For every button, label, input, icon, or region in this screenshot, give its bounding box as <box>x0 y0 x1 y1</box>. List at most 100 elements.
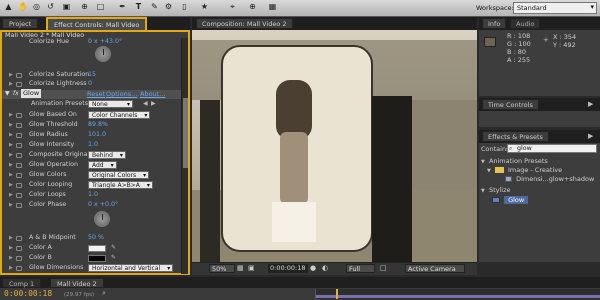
view-axis-icon[interactable]: ▦ <box>268 2 277 11</box>
brush-tool-icon[interactable]: ✎ <box>150 2 159 11</box>
zoom-select[interactable]: 50% <box>209 264 236 273</box>
text-tool-icon[interactable]: T <box>134 2 143 11</box>
tab-composition[interactable]: Composition: Mall Video 2 <box>196 18 293 29</box>
pen-tool-icon[interactable]: ✒ <box>118 2 127 11</box>
property-value[interactable]: 15 <box>88 71 96 79</box>
expand-triangle-icon[interactable]: ▶ <box>9 151 13 159</box>
property-dropdown[interactable]: Horizontal and Vertical <box>88 264 174 273</box>
about-link[interactable]: About... <box>140 90 165 98</box>
effect-controls-scrollbar[interactable] <box>181 38 188 274</box>
tab-time-controls[interactable]: Time Controls <box>482 99 539 110</box>
options-link[interactable]: Options... <box>106 90 137 98</box>
eyedropper-icon[interactable]: ✎ <box>111 254 116 262</box>
property-dropdown[interactable]: Add <box>88 161 117 170</box>
clone-tool-icon[interactable]: ⚙ <box>164 2 173 11</box>
property-value[interactable]: 1.0 <box>88 191 98 199</box>
hue-dial[interactable] <box>95 46 111 62</box>
property-value[interactable]: 101.0 <box>88 131 106 139</box>
tab-project[interactable]: Project <box>2 18 39 29</box>
expand-triangle-icon[interactable]: ▶ <box>9 71 13 79</box>
expand-triangle-icon[interactable]: ▼ <box>481 159 485 165</box>
composition-viewer[interactable] <box>192 30 477 262</box>
tab-comp-1[interactable]: Comp 1 <box>2 278 42 288</box>
search-icon[interactable]: ⌕ <box>102 289 106 298</box>
camera-view-select[interactable]: Active Camera <box>405 264 465 273</box>
color-swatch[interactable] <box>88 255 106 262</box>
tree-item-stylize[interactable]: ▼ Stylize <box>481 186 510 194</box>
stopwatch-icon[interactable] <box>16 183 22 188</box>
zoom-tool-icon[interactable]: ◎ <box>32 2 41 11</box>
tab-effect-controls[interactable]: Effect Controls: Mall Video <box>46 17 148 30</box>
grid-icon[interactable]: ▦ <box>237 264 244 272</box>
tab-audio[interactable]: Audio <box>510 18 541 29</box>
property-value[interactable]: 0 x +43.0° <box>88 38 122 46</box>
property-value[interactable]: 1.0 <box>88 141 98 149</box>
stopwatch-icon[interactable] <box>16 113 22 118</box>
expand-triangle-icon[interactable]: ▼ <box>5 90 10 97</box>
stopwatch-icon[interactable] <box>16 82 22 87</box>
fx-toggle[interactable]: fx <box>13 90 19 97</box>
expand-triangle-icon[interactable]: ▶ <box>9 234 13 242</box>
tab-info[interactable]: Info <box>482 18 507 29</box>
work-area-bar[interactable] <box>316 295 600 298</box>
region-of-interest-icon[interactable]: □ <box>380 264 387 272</box>
reset-link[interactable]: Reset <box>87 90 105 98</box>
timeline-ruler[interactable] <box>315 289 600 299</box>
stopwatch-icon[interactable] <box>16 133 22 138</box>
puppet-tool-icon[interactable]: ★ <box>200 2 209 11</box>
expand-triangle-icon[interactable]: ▶ <box>9 181 13 189</box>
color-swatch[interactable] <box>88 245 106 252</box>
comp-timecode[interactable]: 0:00:00:18 <box>268 264 308 273</box>
property-value[interactable]: 89.8% <box>88 121 108 129</box>
camera-snapshot-icon[interactable]: ▣ <box>248 264 255 272</box>
color-phase-dial[interactable] <box>94 211 110 227</box>
expand-triangle-icon[interactable]: ▶ <box>9 264 13 272</box>
property-dropdown[interactable]: Behind <box>88 151 126 160</box>
camera-tool-icon[interactable]: ▣ <box>62 2 71 11</box>
expand-triangle-icon[interactable]: ▶ <box>9 254 13 262</box>
tree-item-glow[interactable]: Glow <box>492 196 529 204</box>
property-dropdown[interactable]: Color Channels <box>88 111 151 120</box>
property-value[interactable]: 0 <box>88 80 92 88</box>
stopwatch-icon[interactable] <box>16 256 22 261</box>
resolution-select[interactable]: Full <box>346 264 376 273</box>
tree-item-animation-presets[interactable]: ▼ Animation Presets <box>481 157 548 165</box>
tree-item-image-creative[interactable]: ▼ Image - Creative <box>487 166 562 174</box>
stopwatch-icon[interactable] <box>16 266 22 271</box>
scrollbar-thumb[interactable] <box>183 98 188 168</box>
eyedropper-icon[interactable]: ✎ <box>111 244 116 252</box>
expand-triangle-icon[interactable]: ▶ <box>9 171 13 179</box>
property-dropdown[interactable]: Original Colors <box>88 171 150 180</box>
property-value[interactable]: 50 % <box>88 234 104 242</box>
stopwatch-icon[interactable] <box>16 246 22 251</box>
expand-triangle-icon[interactable]: ▶ <box>9 161 13 169</box>
prev-preset-icon[interactable]: ◀ <box>143 100 148 108</box>
stopwatch-icon[interactable] <box>16 153 22 158</box>
expand-triangle-icon[interactable]: ▶ <box>9 131 13 139</box>
workspace-select[interactable]: Standard ▾ <box>513 2 597 14</box>
pan-behind-tool-icon[interactable]: ⊕ <box>80 2 89 11</box>
tab-effects-presets[interactable]: Effects & Presets <box>482 131 549 142</box>
animation-presets-select[interactable]: None <box>88 100 133 109</box>
expand-triangle-icon[interactable]: ▶ <box>9 111 13 119</box>
tree-item-dimension-glow-shadow[interactable]: Dimensi...glow+shadow <box>505 175 594 183</box>
next-preset-icon[interactable]: ▶ <box>151 100 156 108</box>
mask-tool-icon[interactable]: □ <box>96 2 105 11</box>
expand-triangle-icon[interactable]: ▼ <box>481 188 485 194</box>
stopwatch-icon[interactable] <box>16 173 22 178</box>
snapshot-icon[interactable]: ● <box>310 264 316 272</box>
eraser-tool-icon[interactable]: ▯ <box>180 2 189 11</box>
tab-mall-video-2[interactable]: Mall Video 2 <box>50 278 104 288</box>
hand-tool-icon[interactable]: ✋ <box>18 2 28 11</box>
expand-triangle-icon[interactable]: ▼ <box>487 168 491 174</box>
expand-triangle-icon[interactable]: ▶ <box>9 244 13 252</box>
stopwatch-icon[interactable] <box>16 193 22 198</box>
stopwatch-icon[interactable] <box>16 73 22 78</box>
rotate-tool-icon[interactable]: ↺ <box>46 2 55 11</box>
timeline-timecode[interactable]: 0:00:00:18 <box>4 289 52 298</box>
stopwatch-icon[interactable] <box>16 123 22 128</box>
selection-tool-icon[interactable]: ▲ <box>4 2 13 11</box>
panel-menu-icon[interactable]: ▶ <box>588 132 593 140</box>
expand-triangle-icon[interactable]: ▶ <box>9 141 13 149</box>
stopwatch-icon[interactable] <box>16 163 22 168</box>
